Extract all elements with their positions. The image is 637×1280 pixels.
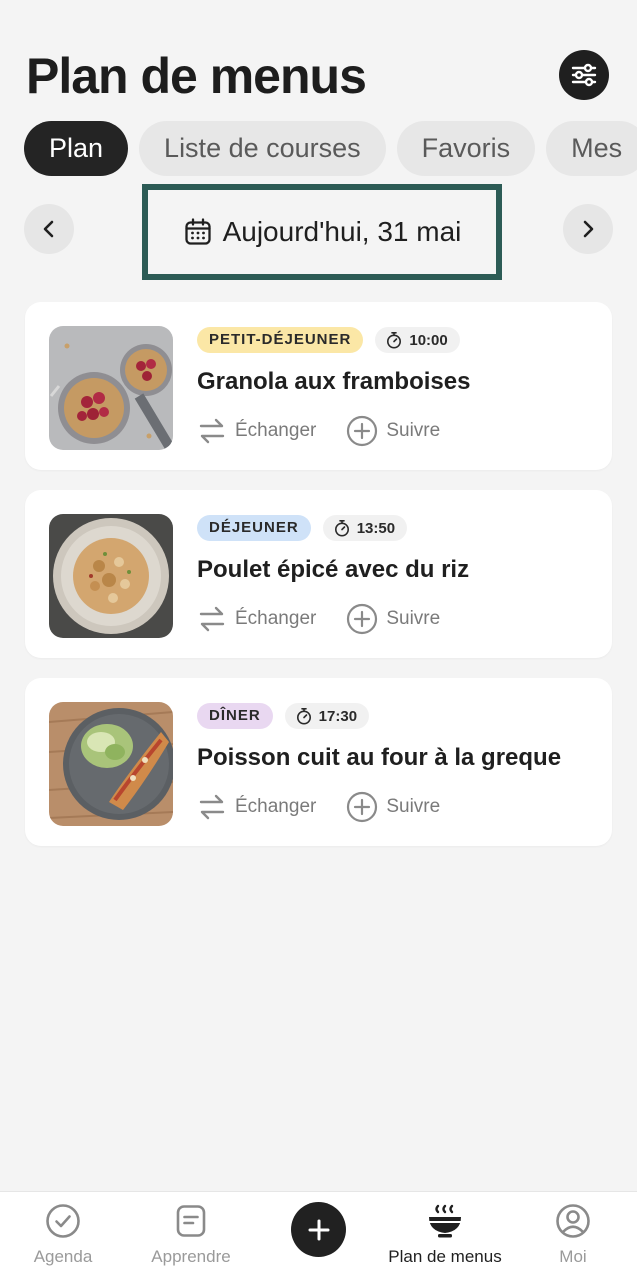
header: Plan de menus [26, 44, 615, 108]
user-circle-icon [556, 1204, 590, 1238]
tab-plan[interactable]: Plan [24, 121, 129, 176]
tab-mes[interactable]: Mes [546, 121, 637, 176]
date-selector: Aujourd'hui, 31 mai [24, 184, 613, 280]
nav-agenda[interactable]: Agenda [0, 1192, 128, 1280]
follow-button[interactable]: Suivre [346, 415, 440, 447]
swap-label: Échanger [235, 608, 317, 629]
plus-circle-icon [347, 415, 378, 447]
nav-label: Apprendre [151, 1247, 231, 1266]
chevron-left-icon [43, 220, 54, 238]
tab-favorites[interactable]: Favoris [396, 121, 536, 176]
stopwatch-icon [387, 331, 402, 349]
book-icon [176, 1205, 206, 1237]
page-title: Plan de menus [26, 48, 367, 104]
meal-time-label: 13:50 [356, 519, 396, 537]
filter-settings-button[interactable] [559, 50, 609, 100]
meal-meta: PETIT-DÉJEUNER 10:00 [197, 326, 596, 354]
bottom-nav: Agenda Apprendre Plan de menus Moi [0, 1191, 637, 1280]
meal-type-badge: DÉJEUNER [197, 515, 311, 541]
nav-learn[interactable]: Apprendre [126, 1192, 256, 1280]
swap-button[interactable]: Échanger [197, 604, 316, 634]
plus-icon [308, 1219, 329, 1240]
meal-info: PETIT-DÉJEUNER 10:00 Granola aux framboi… [197, 326, 596, 448]
chevron-right-icon [583, 220, 594, 238]
check-circle-icon [46, 1204, 80, 1238]
meal-actions: Échanger Suivre [197, 414, 596, 448]
meal-card-breakfast[interactable]: PETIT-DÉJEUNER 10:00 Granola aux framboi… [25, 302, 612, 470]
follow-label: Suivre [386, 608, 441, 629]
nav-me[interactable]: Moi [508, 1192, 637, 1280]
meal-photo-chicken-rice [49, 514, 173, 638]
meal-time: 10:00 [375, 327, 460, 353]
swap-button[interactable]: Échanger [197, 416, 316, 446]
meal-photo-baked-fish [49, 702, 173, 826]
swap-arrows-icon [199, 794, 225, 820]
swap-label: Échanger [235, 420, 317, 441]
follow-label: Suivre [386, 420, 441, 441]
swap-label: Échanger [235, 796, 317, 817]
meal-actions: Échanger Suivre [197, 602, 596, 636]
meal-card-lunch[interactable]: DÉJEUNER 13:50 Poulet épicé avec du riz … [25, 490, 612, 658]
tab-shopping-list[interactable]: Liste de courses [139, 121, 386, 176]
plus-circle-icon [347, 791, 378, 823]
meal-card-dinner[interactable]: DÎNER 17:30 Poisson cuit au four à la gr… [25, 678, 612, 846]
calendar-icon [184, 218, 211, 245]
meal-info: DÉJEUNER 13:50 Poulet épicé avec du riz … [197, 514, 596, 636]
meal-title: Poisson cuit au four à la greque [197, 744, 562, 771]
meal-type-badge: PETIT-DÉJEUNER [197, 327, 364, 353]
sliders-icon [571, 63, 597, 87]
meal-actions: Échanger Suivre [197, 790, 596, 824]
stopwatch-icon [296, 707, 311, 725]
swap-arrows-icon [199, 418, 225, 444]
follow-button[interactable]: Suivre [346, 791, 440, 823]
meal-time: 17:30 [284, 703, 370, 729]
nav-label: Agenda [33, 1247, 93, 1266]
meal-title: Granola aux framboises [197, 368, 471, 395]
meal-meta: DÎNER 17:30 [197, 702, 596, 730]
date-label: Aujourd'hui, 31 mai [222, 216, 462, 247]
tab-bar: Plan Liste de courses Favoris Mes [24, 121, 637, 177]
meal-type-badge: DÎNER [197, 703, 273, 729]
follow-button[interactable]: Suivre [346, 603, 440, 635]
add-button[interactable] [291, 1202, 346, 1257]
nav-meal-plan[interactable]: Plan de menus [380, 1192, 510, 1280]
current-date-button[interactable]: Aujourd'hui, 31 mai [142, 184, 502, 280]
meal-info: DÎNER 17:30 Poisson cuit au four à la gr… [197, 702, 596, 824]
meal-title: Poulet épicé avec du riz [197, 556, 470, 583]
follow-label: Suivre [386, 796, 441, 817]
meal-time: 13:50 [322, 515, 408, 541]
meal-time-label: 17:30 [318, 707, 358, 725]
next-day-button[interactable] [563, 204, 613, 254]
plus-circle-icon [347, 603, 378, 635]
nav-label: Plan de menus [388, 1247, 502, 1266]
swap-arrows-icon [199, 606, 225, 632]
meal-time-label: 10:00 [409, 331, 448, 349]
meal-photo-granola [49, 326, 173, 450]
previous-day-button[interactable] [24, 204, 74, 254]
stopwatch-icon [334, 519, 349, 537]
swap-button[interactable]: Échanger [197, 792, 316, 822]
steaming-bowl-icon [429, 1204, 461, 1238]
nav-label: Moi [559, 1247, 587, 1266]
meal-meta: DÉJEUNER 13:50 [197, 514, 596, 542]
